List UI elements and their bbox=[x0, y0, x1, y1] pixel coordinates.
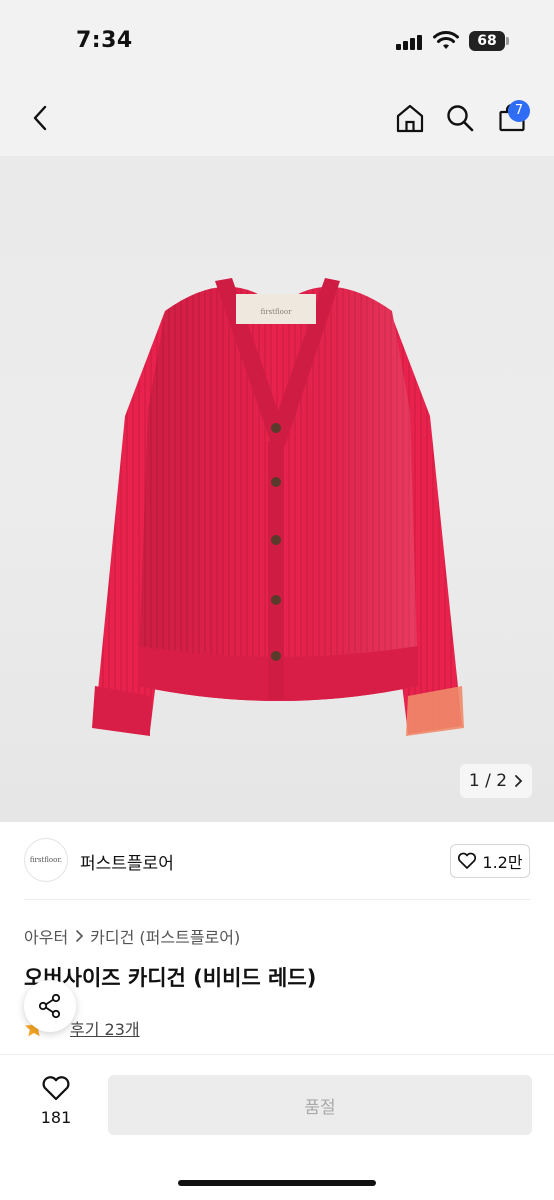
brand-like-button[interactable]: 1.2만 bbox=[450, 844, 530, 878]
wish-count: 181 bbox=[40, 1108, 72, 1127]
chevron-right-icon bbox=[515, 775, 523, 787]
wish-button[interactable]: 181 bbox=[30, 1075, 82, 1135]
sold-out-button[interactable]: 품절 bbox=[108, 1075, 532, 1135]
home-button[interactable] bbox=[390, 98, 430, 138]
wifi-icon bbox=[433, 31, 459, 49]
battery-level: 68 bbox=[469, 31, 505, 51]
brand-row: firstfloor. 퍼스트플로어 1.2만 bbox=[0, 822, 554, 900]
share-icon bbox=[38, 993, 61, 1019]
chevron-left-icon bbox=[33, 105, 47, 131]
back-button[interactable] bbox=[20, 98, 60, 138]
heart-icon bbox=[42, 1076, 70, 1101]
cardigan-image: firstfloor bbox=[92, 278, 464, 736]
divider bbox=[24, 899, 530, 900]
pager-label: 1 / 2 bbox=[468, 771, 508, 791]
home-icon bbox=[396, 104, 424, 133]
brand-like-count: 1.2만 bbox=[482, 853, 523, 872]
chevron-right-icon bbox=[76, 930, 84, 942]
image-pager[interactable]: 1 / 2 bbox=[460, 764, 532, 798]
search-icon bbox=[447, 105, 474, 132]
brand-name[interactable]: 퍼스트플로어 bbox=[80, 849, 174, 874]
review-count-link[interactable]: 후기 23개 bbox=[70, 1016, 140, 1040]
cellular-signal-icon bbox=[396, 34, 422, 50]
brand-logo[interactable]: firstfloor. bbox=[24, 838, 68, 882]
breadcrumb: 아우터 카디건 (퍼스트플로어) bbox=[24, 924, 240, 948]
heart-icon bbox=[458, 852, 477, 869]
garment-brand-tag: firstfloor bbox=[261, 308, 293, 316]
home-indicator bbox=[178, 1180, 376, 1186]
breadcrumb-category[interactable]: 아우터 bbox=[24, 924, 68, 948]
status-time: 7:34 bbox=[76, 28, 133, 53]
bottom-action-bar: 181 품절 bbox=[0, 1054, 554, 1200]
cart-count-badge: 7 bbox=[508, 100, 530, 122]
breadcrumb-subcategory[interactable]: 카디건 (퍼스트플로어) bbox=[90, 924, 240, 948]
battery-cap bbox=[506, 37, 509, 45]
status-bar: 7:34 68 bbox=[0, 0, 554, 84]
product-image-gallery[interactable]: firstfloor bbox=[0, 156, 554, 822]
search-button[interactable] bbox=[440, 98, 480, 138]
top-nav bbox=[0, 84, 554, 156]
share-button[interactable] bbox=[24, 980, 76, 1032]
